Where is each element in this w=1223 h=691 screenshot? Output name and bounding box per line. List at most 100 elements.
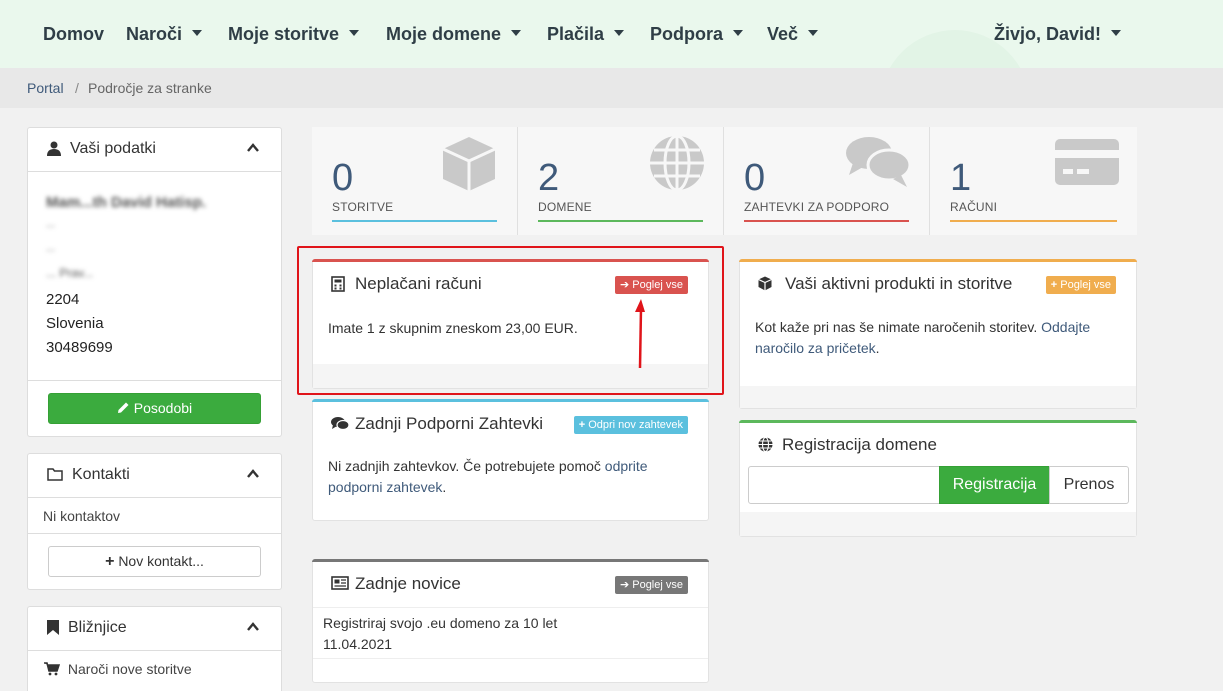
view-all-products-button[interactable]: + Poglej vse xyxy=(1045,276,1116,294)
tile-domains-bar xyxy=(538,220,703,222)
shortcuts-panel: Bližnjice Naroči nove storitve xyxy=(27,606,282,691)
tile-tickets-bar xyxy=(744,220,909,222)
new-contact-button[interactable]: + Nov kontakt... xyxy=(48,546,261,577)
address-line: ... xyxy=(46,218,56,230)
register-domain-label: Registracija xyxy=(952,476,1037,493)
nav-billing-label: Plačila xyxy=(547,24,605,44)
nav-home[interactable]: Domov xyxy=(43,24,104,45)
chevron-up-icon[interactable] xyxy=(247,621,259,633)
nav-services-label: Moje storitve xyxy=(228,24,340,44)
caret-down-icon xyxy=(349,30,360,37)
register-domain-button[interactable]: Registracija xyxy=(939,466,1050,504)
folder-icon xyxy=(47,468,63,481)
support-tickets-title: Zadnji Podporni Zahtevki xyxy=(355,414,544,433)
caret-down-icon xyxy=(192,30,203,37)
nav-billing[interactable]: Plačila xyxy=(547,24,625,45)
address-postcode: 2204 xyxy=(46,291,80,308)
transfer-domain-label: Prenos xyxy=(1063,476,1115,493)
cube-icon xyxy=(442,137,496,191)
caret-down-icon xyxy=(1111,30,1122,37)
tile-invoices-bar xyxy=(950,220,1117,222)
tile-invoices[interactable]: 1 RAČUNI xyxy=(930,127,1137,235)
pencil-icon xyxy=(117,402,129,413)
nav-user-menu[interactable]: Živjo, David! xyxy=(994,24,1122,45)
view-all-label: Poglej vse xyxy=(1060,279,1111,291)
cube-icon xyxy=(758,276,772,291)
support-text: Ni zadnjih zahtevkov. Če potrebujete pom… xyxy=(328,458,605,474)
latest-news-card: Zadnje novice ➔ Poglej vse Registriraj s… xyxy=(312,559,709,683)
your-data-header[interactable]: Vaši podatki xyxy=(28,128,281,172)
address-phone: 30489699 xyxy=(46,339,113,356)
caret-down-icon xyxy=(733,30,744,37)
plus-icon: + xyxy=(578,419,586,431)
tile-tickets[interactable]: 0 ZAHTEVKI ZA PODPORO xyxy=(724,127,930,235)
active-products-title: Vaši aktivni produkti in storitve xyxy=(785,274,1013,293)
news-item[interactable]: Registriraj svojo .eu domeno za 10 let 1… xyxy=(323,613,693,655)
domain-registration-title: Registracija domene xyxy=(782,435,937,454)
open-ticket-label: Odpri nov zahtevek xyxy=(588,419,683,431)
nav-support-label: Podpora xyxy=(650,24,724,44)
domain-search-input[interactable] xyxy=(748,466,940,504)
caret-down-icon xyxy=(614,30,625,37)
card-footer xyxy=(740,386,1136,408)
nav-home-label: Domov xyxy=(43,24,105,44)
tile-services-value: 0 xyxy=(332,157,354,199)
divider xyxy=(313,658,708,659)
latest-news-title: Zadnje novice xyxy=(355,574,461,593)
shortcuts-header[interactable]: Bližnjice xyxy=(28,607,281,651)
open-ticket-button[interactable]: + Odpri nov zahtevek xyxy=(573,416,688,434)
arrow-right-icon: ➔ xyxy=(619,579,630,591)
support-tickets-header: Zadnji Podporni Zahtevki + Odpri nov zah… xyxy=(313,400,708,448)
chevron-up-icon[interactable] xyxy=(247,468,259,480)
latest-news-header: Zadnje novice ➔ Poglej vse xyxy=(313,560,708,608)
news-item-date: 11.04.2021 xyxy=(323,636,393,652)
update-button[interactable]: Posodobi xyxy=(48,393,261,424)
nav-support[interactable]: Podpora xyxy=(650,24,744,45)
globe-icon xyxy=(758,437,773,452)
comments-icon xyxy=(331,417,349,431)
transfer-domain-button[interactable]: Prenos xyxy=(1049,466,1129,504)
breadcrumb-current: Področje za stranke xyxy=(88,80,212,96)
nav-domains[interactable]: Moje domene xyxy=(386,24,522,45)
tile-services-bar xyxy=(332,220,497,222)
address-line: ... xyxy=(46,242,56,254)
tile-services[interactable]: 0 STORITVE xyxy=(312,127,518,235)
comments-icon xyxy=(846,137,911,187)
plus-icon: + xyxy=(1050,279,1058,291)
nav-more-label: Več xyxy=(767,24,799,44)
breadcrumb: Portal / Področje za stranke xyxy=(0,68,1223,108)
breadcrumb-portal-link[interactable]: Portal xyxy=(27,80,64,96)
support-tickets-text: Ni zadnjih zahtevkov. Če potrebujete pom… xyxy=(328,456,693,498)
domain-registration-header: Registracija domene xyxy=(740,421,1136,469)
shortcuts-title: Bližnjice xyxy=(68,619,127,636)
cart-icon xyxy=(44,662,61,676)
newspaper-icon xyxy=(331,576,349,590)
tile-domains-label: DOMENE xyxy=(538,200,592,214)
view-all-news-button[interactable]: ➔ Poglej vse xyxy=(614,576,688,594)
tile-domains[interactable]: 2 DOMENE xyxy=(518,127,724,235)
shortcut-order-services[interactable]: Naroči nove storitve xyxy=(44,661,192,677)
contacts-panel: Kontakti Ni kontaktov + Nov kontakt... xyxy=(27,453,282,590)
tile-tickets-value: 0 xyxy=(744,157,766,199)
nav-more[interactable]: Več xyxy=(767,24,819,45)
active-products-text: Kot kaže pri nas še nimate naročenih sto… xyxy=(755,317,1121,359)
products-text: Kot kaže pri nas še nimate naročenih sto… xyxy=(755,319,1042,335)
chevron-up-icon[interactable] xyxy=(247,142,259,154)
address-line: ... Prav... xyxy=(46,266,94,280)
news-item-title: Registriraj svojo .eu domeno za 10 let xyxy=(323,615,558,631)
products-text-end: . xyxy=(875,340,880,356)
breadcrumb-separator: / xyxy=(75,80,79,96)
tile-services-label: STORITVE xyxy=(332,200,394,214)
nav-order[interactable]: Naroči xyxy=(126,24,203,45)
annotation-arrow-icon xyxy=(635,299,645,369)
contacts-header[interactable]: Kontakti xyxy=(28,454,281,498)
user-icon xyxy=(47,141,61,156)
new-contact-label: Nov kontakt... xyxy=(118,553,204,569)
address-name: Mam...th David Hatisp. xyxy=(46,194,207,211)
highlight-box xyxy=(297,246,724,395)
tile-invoices-label: RAČUNI xyxy=(950,200,998,214)
nav-services[interactable]: Moje storitve xyxy=(228,24,360,45)
card-footer xyxy=(740,512,1136,536)
nav-domains-label: Moje domene xyxy=(386,24,502,44)
active-products-card: Vaši aktivni produkti in storitve + Pogl… xyxy=(739,259,1137,409)
